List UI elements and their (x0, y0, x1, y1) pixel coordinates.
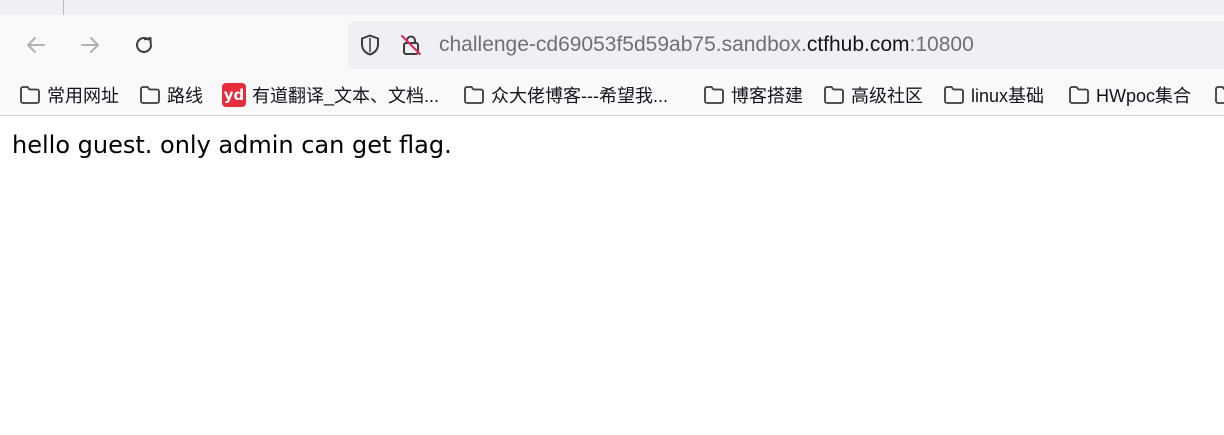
bookmark-label: HWpoc集合 (1096, 86, 1192, 106)
arrow-left-icon (27, 37, 45, 53)
folder-icon (704, 86, 724, 104)
youdao-icon: yd (222, 83, 246, 107)
page-message: hello guest. only admin can get flag. (12, 131, 452, 159)
url-text[interactable]: challenge-cd69053f5d59ab75.sandbox.ctfhu… (439, 33, 974, 57)
bookmark-label: 有道翻译_文本、文档... (252, 86, 440, 106)
bookmark-folder-博客搭建[interactable]: 博客搭建 (703, 83, 803, 107)
folder-icon (20, 86, 40, 104)
folder-icon (140, 86, 160, 104)
bookmark-overflow-folder[interactable] (1214, 83, 1224, 107)
back-button[interactable] (21, 30, 51, 60)
bookmark-label: linux基础 (971, 86, 1045, 106)
tab-strip (0, 0, 1224, 15)
bookmark-youdao[interactable]: yd 有道翻译_文本、文档... (222, 83, 439, 107)
url-prefix: challenge-cd69053f5d59ab75.sandbox. (439, 33, 807, 56)
bookmark-label: 路线 (167, 86, 203, 106)
bookmark-folder-常用网址[interactable]: 常用网址 (19, 83, 119, 107)
navigation-toolbar: challenge-cd69053f5d59ab75.sandbox.ctfhu… (0, 15, 1224, 75)
folder-icon (824, 86, 844, 104)
bookmark-folder-路线[interactable]: 路线 (139, 83, 203, 107)
reload-icon (136, 36, 152, 53)
bookmarks-toolbar: 常用网址 路线 yd 有道翻译_文本、文档... 众大佬博客---希望我... … (0, 75, 1224, 116)
bookmark-folder-众大佬博客[interactable]: 众大佬博客---希望我... (463, 83, 668, 107)
reload-button[interactable] (129, 30, 159, 60)
folder-icon (1069, 86, 1089, 104)
bookmark-label: 高级社区 (851, 86, 923, 106)
bookmark-folder-HWpoc集合[interactable]: HWpoc集合 (1068, 83, 1191, 107)
bookmark-label: 博客搭建 (731, 86, 803, 106)
bookmark-folder-linux基础[interactable]: linux基础 (943, 83, 1044, 107)
shield-icon[interactable] (358, 33, 382, 57)
insecure-lock-icon[interactable] (399, 33, 423, 57)
folder-icon (1215, 86, 1224, 104)
folder-icon (464, 86, 484, 104)
folder-icon (944, 86, 964, 104)
forward-button[interactable] (75, 30, 105, 60)
page-content: hello guest. only admin can get flag. (0, 116, 1224, 435)
bookmark-label: 常用网址 (47, 86, 119, 106)
address-bar[interactable]: challenge-cd69053f5d59ab75.sandbox.ctfhu… (348, 21, 1224, 69)
url-port: :10800 (909, 33, 974, 56)
tab-edge (63, 0, 64, 15)
bookmark-folder-高级社区[interactable]: 高级社区 (823, 83, 923, 107)
arrow-right-icon (81, 37, 99, 53)
bookmark-label: 众大佬博客---希望我... (491, 86, 668, 106)
url-domain: ctfhub.com (806, 33, 910, 56)
